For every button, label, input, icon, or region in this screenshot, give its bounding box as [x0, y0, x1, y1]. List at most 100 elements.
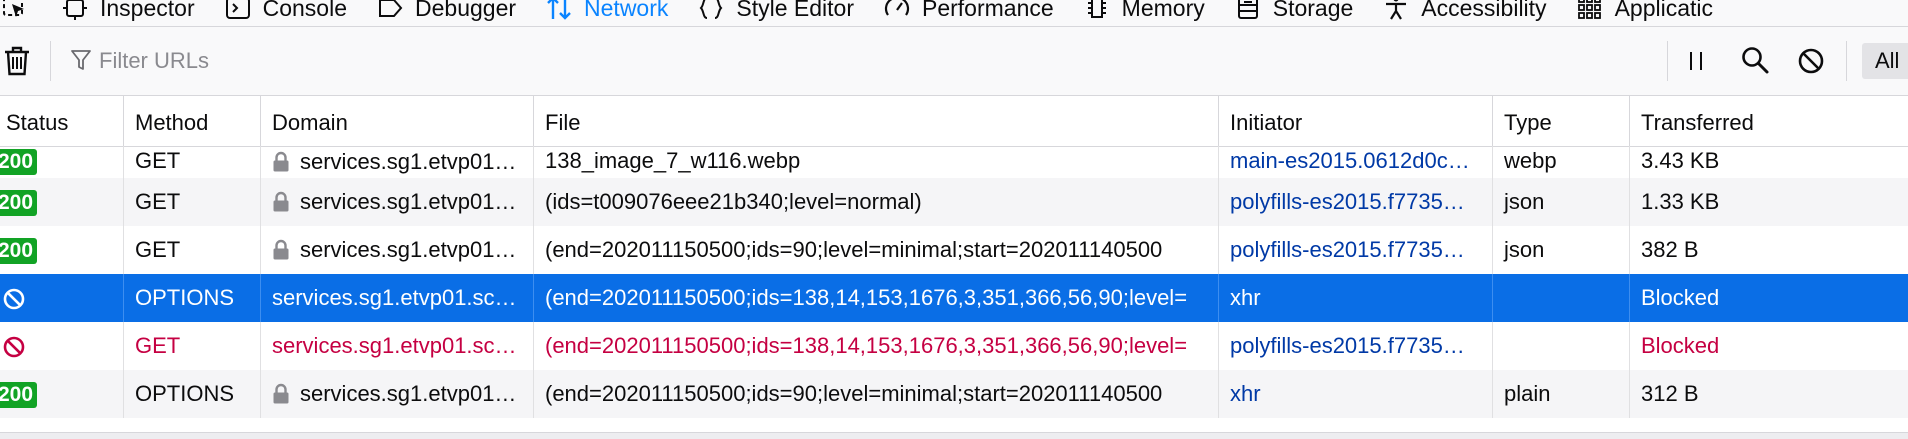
column-header-method[interactable]: Method	[124, 96, 261, 146]
column-header-file[interactable]: File	[534, 96, 1219, 146]
debugger-icon	[379, 0, 403, 17]
status-cell: 200	[0, 178, 124, 226]
type-cell: json	[1493, 178, 1630, 226]
memory-icon	[1087, 0, 1106, 18]
requests-table-body: 200 GET services.sg1.etvp01… 138_image_7_w1…	[0, 146, 1908, 432]
blocked-request-icon	[3, 288, 25, 310]
column-header-domain[interactable]: Domain	[261, 96, 534, 146]
transferred-cell: 382 B	[1641, 237, 1699, 262]
file-cell: (end=202011150500;ids=138,14,153,1676,3,…	[534, 322, 1219, 370]
tab-label: Storage	[1272, 0, 1354, 21]
tab-label: Accessibility	[1421, 0, 1547, 21]
status-cell: 200	[0, 146, 124, 178]
tab-label: Performance	[922, 0, 1054, 21]
request-row[interactable]: 200 GET services.sg1.etvp01… (end=202011150…	[0, 226, 1908, 274]
type-cell: webp	[1493, 146, 1630, 178]
status-cell: 200	[0, 370, 124, 418]
lock-icon	[273, 191, 289, 212]
toolbar-divider	[1846, 41, 1847, 81]
status-badge: 200	[0, 190, 38, 217]
tab-label: Applicatic	[1614, 0, 1713, 21]
tab-style-editor[interactable]: Style Editor	[698, 0, 854, 22]
filter-all-button[interactable]: All	[1862, 43, 1908, 79]
toolbar-divider	[1667, 41, 1668, 81]
tab-label: Console	[262, 0, 347, 21]
file-cell: (end=202011150500;ids=90;level=minimal;s…	[534, 226, 1219, 274]
column-header-initiator[interactable]: Initiator	[1219, 96, 1493, 146]
method-cell: OPTIONS	[124, 274, 261, 322]
initiator-cell[interactable]: xhr	[1219, 274, 1493, 322]
file-cell: 138_image_7_w116.webp	[534, 146, 1219, 178]
network-icon	[547, 0, 571, 20]
type-cell: plain	[1493, 370, 1630, 418]
filter-icon	[71, 50, 91, 70]
network-filter-bar: All	[0, 27, 1908, 96]
transferred-cell: 1.33 KB	[1641, 189, 1720, 214]
transferred-cell: Blocked	[1641, 333, 1720, 358]
type-cell	[1493, 322, 1630, 370]
toolbar-divider	[50, 41, 51, 81]
tab-debugger[interactable]: Debugger	[377, 0, 516, 22]
devtools-tabs: Inspector Console Debugger Network Style…	[0, 0, 1743, 26]
status-cell	[0, 322, 124, 370]
file-cell: (ids=t009076eee21b340;level=normal)	[534, 178, 1219, 226]
request-row[interactable]: OPTIONS services.sg1.etvp01.sc… (end=20201…	[0, 274, 1908, 322]
method-cell: GET	[124, 226, 261, 274]
tab-console[interactable]: Console	[225, 0, 347, 22]
initiator-cell[interactable]: polyfills-es2015.f7735…	[1219, 226, 1493, 274]
tab-performance[interactable]: Performance	[884, 0, 1054, 22]
request-row[interactable]: 200 GET services.sg1.etvp01… 138_image_7_w1…	[0, 146, 1908, 178]
requests-table-header: Status Method Domain File Initiator Type…	[0, 96, 1908, 147]
method-cell: GET	[124, 178, 261, 226]
trash-icon[interactable]	[2, 45, 32, 77]
request-row[interactable]: 200 OPTIONS services.sg1.etvp01… (end=20201…	[0, 370, 1908, 418]
tab-inspector[interactable]: Inspector	[62, 0, 195, 22]
request-row[interactable]: GET services.sg1.etvp01.sc… (end=202011150…	[0, 322, 1908, 370]
status-badge: 200	[0, 149, 38, 176]
column-header-transferred[interactable]: Transferred	[1630, 96, 1908, 146]
tab-network[interactable]: Network	[546, 0, 668, 22]
initiator-cell[interactable]: xhr	[1219, 370, 1493, 418]
tab-application[interactable]: Applicatic	[1577, 0, 1713, 22]
file-cell: (end=202011150500;ids=90;level=minimal;s…	[534, 370, 1219, 418]
performance-icon	[884, 0, 910, 16]
filter-urls-input[interactable]	[99, 43, 1599, 79]
initiator-cell[interactable]: main-es2015.0612d0c…	[1219, 146, 1493, 178]
tab-label: Debugger	[415, 0, 517, 21]
lock-icon	[273, 383, 289, 404]
tab-memory[interactable]: Memory	[1084, 0, 1205, 22]
type-cell	[1493, 274, 1630, 322]
devtools-toolbar: Inspector Console Debugger Network Style…	[0, 0, 1908, 27]
pause-icon[interactable]	[1684, 49, 1708, 73]
accessibility-icon	[1386, 0, 1407, 20]
tab-label: Inspector	[100, 0, 195, 21]
domain-cell: services.sg1.etvp01.sc…	[261, 274, 534, 322]
initiator-cell[interactable]: polyfills-es2015.f7735…	[1219, 178, 1493, 226]
tab-accessibility[interactable]: Accessibility	[1383, 0, 1547, 22]
initiator-cell[interactable]: polyfills-es2015.f7735…	[1219, 322, 1493, 370]
domain-text: services.sg1.etvp01…	[300, 189, 517, 214]
status-cell: 200	[0, 226, 124, 274]
inspector-icon	[63, 0, 87, 20]
method-cell: OPTIONS	[124, 370, 261, 418]
console-icon	[225, 0, 250, 19]
status-badge: 200	[0, 382, 38, 409]
tab-pick-element[interactable]	[2, 0, 28, 21]
tab-label: Network	[584, 0, 669, 21]
block-requests-icon[interactable]	[1797, 47, 1825, 75]
domain-text: services.sg1.etvp01…	[300, 149, 517, 174]
method-cell: GET	[124, 322, 261, 370]
tab-label: Memory	[1121, 0, 1205, 21]
tab-storage[interactable]: Storage	[1235, 0, 1354, 22]
column-header-status[interactable]: Status	[0, 96, 124, 146]
status-cell	[0, 274, 124, 322]
application-icon	[1577, 0, 1601, 19]
domain-cell: services.sg1.etvp01…	[261, 370, 534, 418]
lock-icon	[273, 239, 289, 260]
lock-icon	[273, 151, 289, 172]
status-badge: 200	[0, 238, 38, 265]
column-header-type[interactable]: Type	[1493, 96, 1630, 146]
request-row[interactable]: 200 GET services.sg1.etvp01… (ids=t009076ee…	[0, 178, 1908, 226]
search-icon[interactable]	[1740, 45, 1770, 75]
type-cell: json	[1493, 226, 1630, 274]
